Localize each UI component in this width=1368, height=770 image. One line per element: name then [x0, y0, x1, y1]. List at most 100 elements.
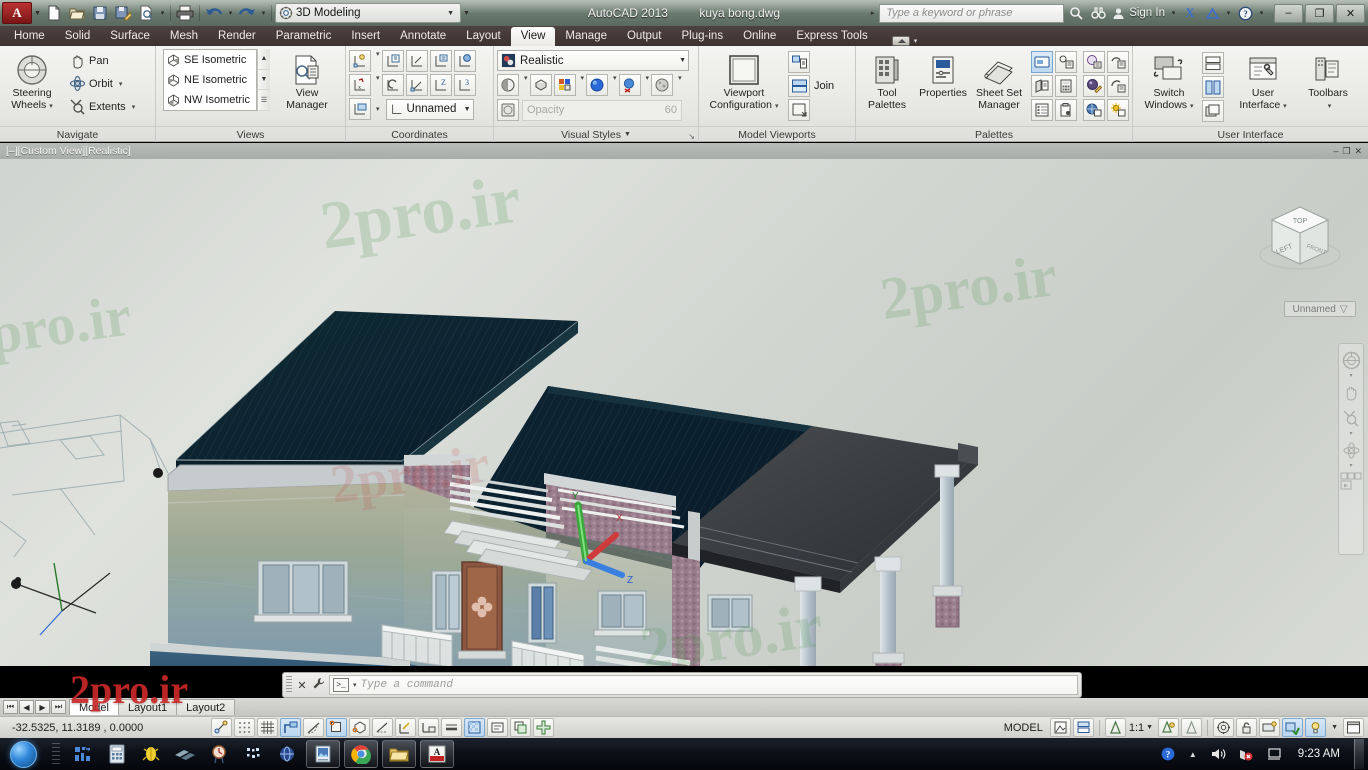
- view-item-se-isometric[interactable]: SE Isometric: [164, 50, 256, 70]
- orbit-icon[interactable]: [1340, 438, 1362, 462]
- steering-wheel-icon[interactable]: [1340, 348, 1362, 372]
- tab-home[interactable]: Home: [4, 27, 55, 46]
- material-caret-icon[interactable]: ▾: [613, 74, 617, 96]
- ucs-named-caret-icon[interactable]: ▾: [376, 50, 380, 72]
- exchange-apps-icon[interactable]: X: [1180, 4, 1200, 23]
- polar-tracking-icon[interactable]: [303, 718, 324, 737]
- redo-icon[interactable]: [236, 3, 258, 23]
- media-player-icon[interactable]: [168, 740, 202, 768]
- minimize-button[interactable]: –: [1274, 3, 1303, 23]
- selection-cycling-icon[interactable]: [510, 718, 531, 737]
- layout-tab-layout1[interactable]: Layout1: [117, 699, 178, 715]
- annotation-scale-icon[interactable]: [1104, 718, 1126, 737]
- command-line-grip[interactable]: [286, 676, 292, 694]
- workspace-selector[interactable]: 3D Modeling ▼: [275, 3, 461, 23]
- palette-designcenter-icon[interactable]: [1031, 99, 1053, 121]
- ucs-world-icon[interactable]: [381, 50, 404, 72]
- model-3d-house[interactable]: X Y Z: [0, 143, 1368, 666]
- tile-vertically-icon[interactable]: [1202, 76, 1224, 98]
- ucs-combo-chevron-down-icon[interactable]: ▼: [458, 106, 471, 113]
- visual-style-chevron-down-icon[interactable]: ▼: [673, 57, 686, 64]
- new-file-icon[interactable]: [43, 3, 65, 23]
- palette-advanced-render-icon[interactable]: [1083, 99, 1105, 121]
- bluetooth-icon[interactable]: [236, 740, 270, 768]
- undo-caret-icon[interactable]: ▾: [226, 3, 235, 23]
- scroll-up-icon[interactable]: ▲: [258, 49, 270, 70]
- lineweight-icon[interactable]: [441, 718, 462, 737]
- model-space-icon[interactable]: [1049, 718, 1071, 737]
- scroll-down-icon[interactable]: ▼: [258, 70, 270, 91]
- tab-surface[interactable]: Surface: [100, 27, 160, 46]
- palette-materials-edit-icon[interactable]: [1083, 75, 1105, 97]
- object-snap-icon[interactable]: [326, 718, 347, 737]
- tab-mesh[interactable]: Mesh: [160, 27, 208, 46]
- ribbon-state-caret-icon[interactable]: ▾: [914, 37, 918, 45]
- visual-style-combo[interactable]: Realistic ▼: [497, 50, 689, 71]
- qat-overflow-caret-icon[interactable]: ▼: [462, 3, 471, 23]
- auto-scale-icon[interactable]: [1181, 718, 1203, 737]
- zoom-extents-button[interactable]: Extents ▾: [67, 95, 137, 118]
- ucs-previous-icon[interactable]: [381, 74, 404, 96]
- plot-preview-icon[interactable]: [135, 3, 157, 23]
- ucs-combo[interactable]: Unnamed ▼: [385, 98, 474, 120]
- visual-style-texture-off-icon[interactable]: [618, 74, 641, 96]
- autodesk-360-icon[interactable]: [1202, 4, 1222, 23]
- tab-solid[interactable]: Solid: [55, 27, 101, 46]
- lock-toolbars-icon[interactable]: [1236, 718, 1258, 737]
- command-line[interactable]: ✕ >_ ▾ Type a command: [282, 672, 1082, 698]
- start-orb-icon[interactable]: [0, 739, 46, 769]
- network-monitor-icon[interactable]: [66, 740, 100, 768]
- ucs-z-axis-icon[interactable]: Z: [429, 74, 452, 96]
- xray-caret-icon[interactable]: ▾: [678, 74, 682, 96]
- help-caret-icon[interactable]: ▾: [1257, 3, 1266, 23]
- annotation-scale-caret-icon[interactable]: ▼: [1146, 724, 1157, 731]
- sheet-set-manager-button[interactable]: Sheet Set Manager: [971, 49, 1027, 111]
- cascade-icon[interactable]: [1202, 100, 1224, 122]
- view-manager-button[interactable]: View Manager: [278, 49, 336, 111]
- tile-horizontally-icon[interactable]: [1202, 52, 1224, 74]
- palette-render-settings-icon[interactable]: [1107, 75, 1129, 97]
- visual-styles-dialog-launcher[interactable]: ↘: [688, 132, 695, 141]
- visual-style-xray-icon[interactable]: [651, 74, 674, 96]
- orbit-caret-icon[interactable]: ▾: [1349, 463, 1352, 469]
- layout-first-button[interactable]: ⏮: [3, 700, 18, 714]
- autodesk-360-caret-icon[interactable]: ▾: [1224, 3, 1233, 23]
- autocad-logo-icon[interactable]: A: [2, 2, 32, 24]
- ucs-3point-icon[interactable]: [405, 74, 428, 96]
- undo-icon[interactable]: [203, 3, 225, 23]
- ucs-origin-icon[interactable]: x: [349, 74, 371, 96]
- tool-palettes-button[interactable]: Tool Palettes: [859, 49, 915, 111]
- network-error-icon[interactable]: [1236, 740, 1256, 768]
- tab-express-tools[interactable]: Express Tools: [786, 27, 877, 46]
- visual-style-shadow-icon[interactable]: [497, 74, 519, 96]
- extents-caret-icon[interactable]: ▾: [132, 103, 136, 111]
- ucs-display-icon[interactable]: [349, 98, 371, 120]
- layout-tab-model[interactable]: Model: [69, 699, 119, 715]
- showmotion-icon[interactable]: [1340, 470, 1362, 494]
- dynamic-input-icon[interactable]: [418, 718, 439, 737]
- ucs-origin-caret-icon[interactable]: ▾: [376, 74, 380, 96]
- image-viewer-icon[interactable]: [306, 740, 340, 768]
- app-menu-caret-icon[interactable]: ▼: [33, 3, 42, 23]
- search-icon[interactable]: [1066, 4, 1086, 23]
- sign-in-button[interactable]: Sign In: [1110, 7, 1167, 20]
- switch-windows-button[interactable]: Switch Windows ▾: [1136, 49, 1202, 112]
- chrome-icon[interactable]: [344, 740, 378, 768]
- search-input[interactable]: Type a keyword or phrase: [879, 3, 1065, 23]
- transparency-toggle-icon[interactable]: [497, 99, 519, 121]
- steering-wheels-button[interactable]: Steering Wheels ▾: [3, 49, 61, 112]
- palette-visual-styles-icon[interactable]: [1107, 51, 1129, 73]
- clock-tool-icon[interactable]: [202, 740, 236, 768]
- user-interface-button[interactable]: User Interface ▾: [1230, 49, 1296, 112]
- viewport-join-icon[interactable]: [788, 75, 810, 97]
- command-history-caret-icon[interactable]: ▾: [353, 681, 357, 689]
- layout-tab-layout2[interactable]: Layout2: [176, 699, 236, 715]
- print-icon[interactable]: [174, 3, 196, 23]
- browser-icon[interactable]: [270, 740, 304, 768]
- show-hidden-icon[interactable]: ▲: [1186, 740, 1200, 768]
- calculator-icon[interactable]: [100, 740, 134, 768]
- viewport-named-icon[interactable]: [788, 51, 810, 73]
- annotation-visibility-icon[interactable]: [1158, 718, 1180, 737]
- ribbon-minimize-control[interactable]: ▾: [891, 36, 918, 46]
- save-icon[interactable]: [89, 3, 111, 23]
